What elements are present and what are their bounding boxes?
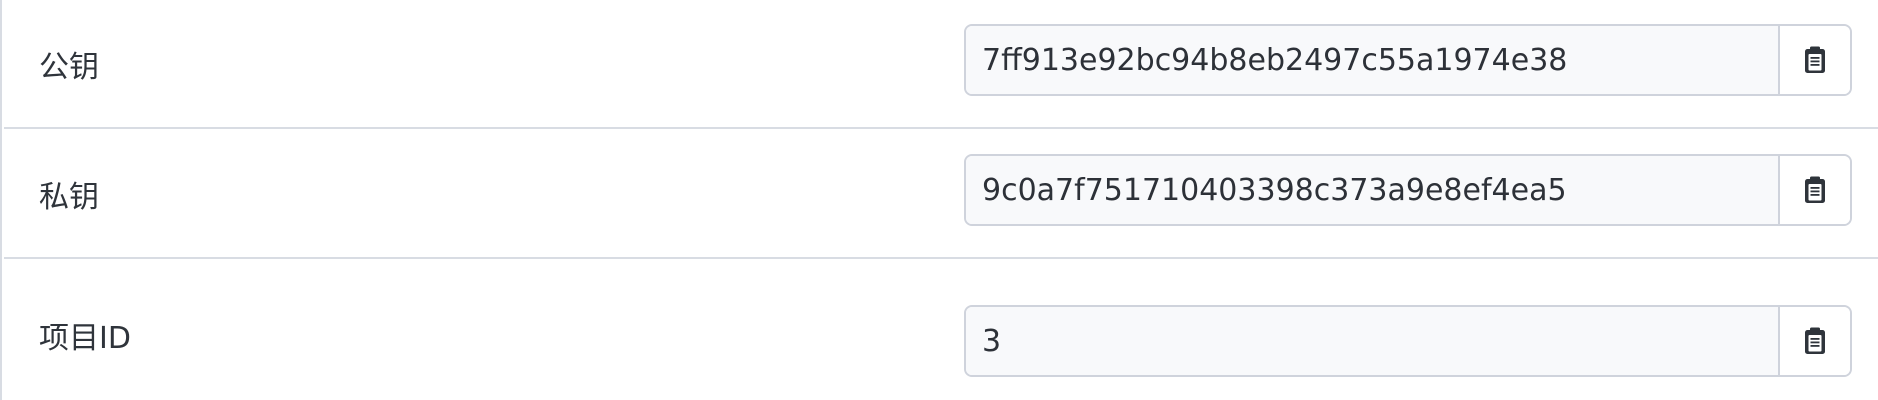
public-key-field-group [964, 24, 1852, 96]
api-credentials-panel: 公钥 私钥 [0, 0, 1878, 400]
public-key-label: 公钥 [39, 49, 99, 85]
clipboard-icon [1805, 327, 1825, 354]
project-id-row: 项目ID [4, 270, 1878, 399]
clipboard-icon [1805, 46, 1825, 73]
private-key-row: 私钥 [4, 130, 1878, 259]
project-id-field-group [964, 305, 1852, 377]
private-key-field-group [964, 154, 1852, 226]
copy-public-key-button[interactable] [1778, 26, 1850, 94]
project-id-label: 项目ID [39, 321, 131, 356]
project-id-input[interactable] [966, 307, 1778, 375]
private-key-label: 私钥 [39, 179, 99, 215]
public-key-row: 公钥 [4, 0, 1878, 129]
copy-project-id-button[interactable] [1778, 307, 1850, 375]
copy-private-key-button[interactable] [1778, 156, 1850, 224]
clipboard-icon [1805, 176, 1825, 203]
public-key-input[interactable] [966, 26, 1778, 94]
private-key-input[interactable] [966, 156, 1778, 224]
